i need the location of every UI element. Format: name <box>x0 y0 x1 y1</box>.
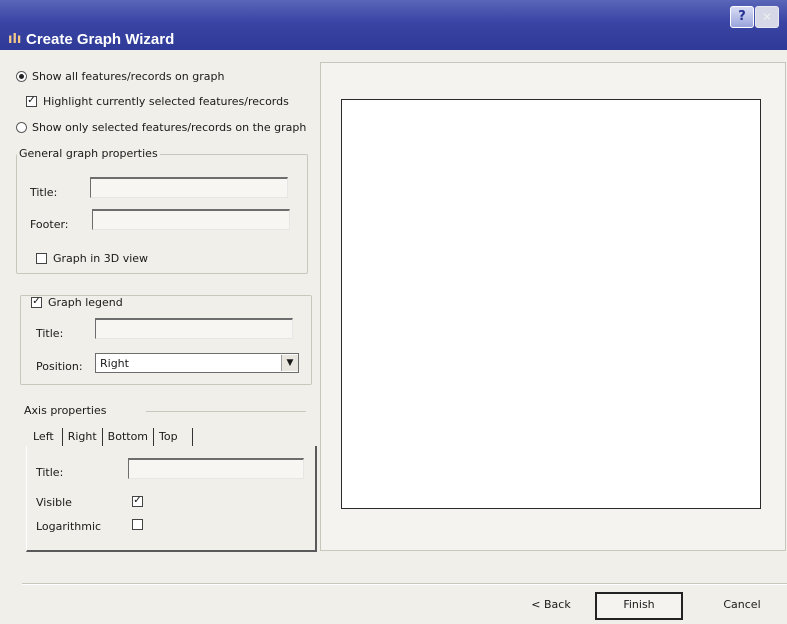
legend-label: Graph legend <box>48 296 123 309</box>
graph-title-label: Title: <box>30 186 58 199</box>
legend-position-value: Right <box>100 356 129 370</box>
footer-divider <box>22 583 787 585</box>
footer-input[interactable] <box>92 209 290 230</box>
tab-top[interactable]: Top <box>154 428 193 446</box>
legend-position-select[interactable]: Right ▼ <box>95 353 299 373</box>
graph-wizard-icon: ılı <box>8 32 22 47</box>
axis-title-label: Title: <box>36 466 64 479</box>
back-button[interactable]: < Back <box>514 594 588 616</box>
graph-3d-checkbox[interactable] <box>36 253 47 264</box>
legend-checkbox[interactable]: ✓ <box>31 297 42 308</box>
axis-log-label: Logarithmic <box>36 520 102 533</box>
graph-title-input[interactable] <box>90 177 288 198</box>
show-all-radio[interactable] <box>16 71 27 82</box>
show-all-label: Show all features/records on graph <box>32 70 225 83</box>
graph-3d-option[interactable]: Graph in 3D view <box>36 252 148 265</box>
footer-label: Footer: <box>30 218 69 231</box>
tab-right[interactable]: Right <box>63 428 103 446</box>
highlight-checkbox[interactable]: ✓ <box>26 96 37 107</box>
help-button[interactable]: ? <box>730 6 754 28</box>
legend-toggle[interactable]: ✓ Graph legend <box>28 296 126 309</box>
axis-group-line <box>146 411 306 412</box>
highlight-label: Highlight currently selected features/re… <box>43 95 289 108</box>
general-properties-label: General graph properties <box>17 147 160 160</box>
highlight-option[interactable]: ✓ Highlight currently selected features/… <box>26 95 289 108</box>
legend-title-input[interactable] <box>95 318 293 339</box>
finish-button[interactable]: Finish <box>595 592 683 620</box>
legend-title-label: Title: <box>36 327 64 340</box>
axis-properties-label: Axis properties <box>24 404 107 417</box>
graph-preview-canvas <box>341 99 761 509</box>
show-selected-label: Show only selected features/records on t… <box>32 121 307 134</box>
axis-visible-label: Visible <box>36 496 72 509</box>
close-button[interactable]: ✕ <box>755 6 779 28</box>
title-bar[interactable]: ılı Create Graph Wizard ? ✕ <box>0 0 787 50</box>
tab-bottom[interactable]: Bottom <box>103 428 155 446</box>
cancel-button[interactable]: Cancel <box>704 594 780 616</box>
chevron-down-icon[interactable]: ▼ <box>281 355 298 371</box>
window-title: Create Graph Wizard <box>26 31 175 48</box>
show-all-option[interactable]: Show all features/records on graph <box>16 70 224 83</box>
legend-position-label: Position: <box>36 360 83 373</box>
axis-visible-checkbox[interactable]: ✓ <box>132 496 143 507</box>
graph-3d-label: Graph in 3D view <box>53 252 149 265</box>
axis-tabs: Left Right Bottom Top <box>28 428 193 446</box>
tab-left[interactable]: Left <box>28 428 62 446</box>
axis-log-checkbox[interactable] <box>132 519 143 530</box>
axis-title-input[interactable] <box>128 458 304 479</box>
show-selected-option[interactable]: Show only selected features/records on t… <box>16 121 306 134</box>
show-selected-radio[interactable] <box>16 122 27 133</box>
